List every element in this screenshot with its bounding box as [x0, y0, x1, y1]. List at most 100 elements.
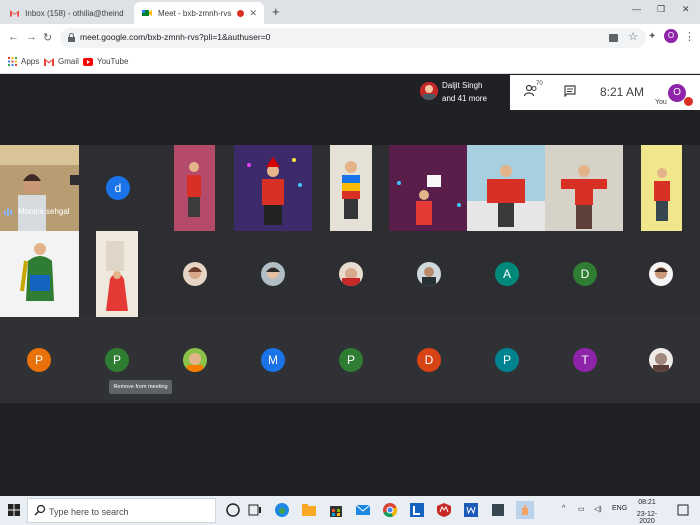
participant-name-chip: Monica sehgal — [4, 207, 70, 216]
participant-photo-avatar[interactable] — [649, 348, 673, 372]
participant-avatar[interactable]: M — [261, 348, 285, 372]
url-text: meet.google.com/bxb-zmnh-rvs?pli=1&authu… — [80, 32, 271, 42]
participant-video — [0, 145, 79, 231]
bookmark-label: YouTube — [97, 57, 129, 66]
participant-tile[interactable] — [641, 145, 682, 231]
network-icon[interactable]: ▭ — [578, 505, 585, 513]
address-bar: ← → ↻ meet.google.com/bxb-zmnh-rvs?pli=1… — [0, 24, 700, 52]
mic-muted-icon — [684, 97, 693, 106]
bookmark-gmail[interactable]: Gmail — [44, 57, 79, 66]
mcafee-icon[interactable] — [435, 501, 453, 519]
participant-tile[interactable] — [96, 231, 138, 317]
browser-menu-icon[interactable]: ⋮ — [684, 30, 695, 43]
word-icon[interactable] — [462, 501, 480, 519]
recording-indicator-icon — [237, 10, 244, 17]
participant-avatar[interactable]: P — [105, 348, 129, 372]
participant-tile[interactable] — [389, 145, 467, 231]
reload-button[interactable]: ↻ — [43, 31, 52, 44]
profile-avatar[interactable]: O — [664, 29, 678, 43]
tray-chevron-icon[interactable]: ^ — [562, 505, 565, 512]
minimize-button[interactable]: — — [632, 4, 641, 14]
presenter-avatar — [420, 82, 438, 100]
forward-button[interactable]: → — [26, 31, 37, 43]
tab-title: Meet - bxb-zmnh-rvs — [158, 8, 232, 18]
cortana-icon[interactable] — [224, 501, 242, 519]
bookmark-youtube[interactable]: YouTube — [83, 57, 128, 66]
participant-photo-avatar[interactable] — [339, 262, 363, 286]
back-button[interactable]: ← — [8, 31, 19, 43]
restore-button[interactable]: ❐ — [657, 4, 665, 15]
participant-video — [467, 145, 545, 231]
windows-taskbar: Type here to search ^ ▭ ◁) ENG 08:21 23-… — [0, 496, 700, 525]
people-count: 70 — [536, 81, 543, 87]
volume-icon[interactable]: ◁) — [594, 505, 602, 513]
bookmark-star-icon[interactable]: ☆ — [628, 30, 638, 43]
participant-avatar[interactable]: T — [573, 348, 597, 372]
participant-avatar[interactable]: P — [339, 348, 363, 372]
edge-icon[interactable] — [273, 501, 291, 519]
participant-tile[interactable] — [0, 231, 79, 317]
hand-app-icon[interactable] — [516, 501, 534, 519]
omnibox[interactable]: meet.google.com/bxb-zmnh-rvs?pli=1&authu… — [60, 28, 646, 48]
file-explorer-icon[interactable] — [300, 501, 318, 519]
screen: Inbox (158) - othilia@theindians Meet - … — [0, 0, 700, 525]
task-view-icon[interactable] — [246, 501, 264, 519]
chrome-icon[interactable] — [381, 501, 399, 519]
bookmarks-bar: Apps Gmail YouTube — [0, 52, 700, 74]
participant-video — [545, 145, 623, 231]
participant-avatar[interactable]: D — [573, 262, 597, 286]
close-window-button[interactable]: ✕ — [682, 4, 690, 15]
participant-name: Monica sehgal — [18, 207, 70, 216]
tab-strip: Inbox (158) - othilia@theindians Meet - … — [0, 0, 700, 24]
participant-tile[interactable] — [234, 145, 312, 231]
meet-icon — [142, 10, 152, 16]
new-tab-button[interactable]: + — [272, 4, 280, 19]
taskbar-date[interactable]: 23-12-2020 — [630, 511, 664, 525]
chat-icon[interactable] — [564, 85, 576, 97]
participant-video — [234, 145, 312, 231]
extensions-icon[interactable]: ✦ — [648, 31, 656, 42]
camera-in-use-icon[interactable] — [609, 34, 618, 42]
notifications-icon[interactable] — [674, 501, 692, 519]
gmail-icon — [10, 10, 20, 17]
participant-photo-avatar[interactable] — [183, 348, 207, 372]
participant-video — [330, 145, 372, 231]
participant-photo-avatar[interactable] — [261, 262, 285, 286]
taskbar-search-box[interactable]: Type here to search — [27, 498, 216, 523]
participant-avatar[interactable]: d — [106, 176, 130, 200]
presenter-chip[interactable]: Daljit Singh and 41 more — [414, 75, 510, 110]
mail-icon[interactable] — [354, 501, 372, 519]
participant-tile[interactable] — [174, 145, 215, 231]
bookmark-label: Apps — [21, 57, 40, 66]
participant-photo-avatar[interactable] — [649, 262, 673, 286]
participant-avatar[interactable]: D — [417, 348, 441, 372]
presenter-name: Daljit Singh — [442, 81, 483, 90]
taskbar-time[interactable]: 08:21 — [630, 499, 664, 506]
participant-tile[interactable] — [545, 145, 623, 231]
store-icon[interactable] — [327, 501, 345, 519]
participant-avatar[interactable]: P — [27, 348, 51, 372]
participant-avatar[interactable]: P — [495, 348, 519, 372]
language-indicator[interactable]: ENG — [612, 505, 627, 512]
participant-tile-featured[interactable]: Monica sehgal — [0, 145, 79, 231]
participant-tile[interactable] — [467, 145, 545, 231]
participant-video — [174, 145, 215, 231]
windows-start-icon[interactable] — [8, 504, 20, 516]
participant-avatar[interactable]: A — [495, 262, 519, 286]
tab-title: Inbox (158) - othilia@theindians — [25, 8, 124, 18]
participant-photo-avatar[interactable] — [183, 262, 207, 286]
close-tab-icon[interactable]: ✕ — [249, 8, 257, 19]
bookmark-apps[interactable]: Apps — [8, 57, 39, 66]
meet-stage: Daljit Singh and 41 more 70 8:21 AM You … — [0, 75, 700, 496]
bookmark-label: Gmail — [58, 57, 79, 66]
app-icon[interactable] — [489, 501, 507, 519]
apps-grid-icon — [8, 57, 17, 66]
tab-meet[interactable]: Meet - bxb-zmnh-rvs ✕ — [134, 2, 264, 24]
participant-photo-avatar[interactable] — [417, 262, 441, 286]
search-icon — [34, 504, 46, 516]
tab-gmail[interactable]: Inbox (158) - othilia@theindians — [2, 2, 132, 24]
participant-tile[interactable] — [330, 145, 372, 231]
remove-from-meeting-tooltip: Remove from meeting — [109, 380, 172, 394]
app-l-icon[interactable] — [408, 501, 426, 519]
you-label: You — [655, 99, 667, 106]
